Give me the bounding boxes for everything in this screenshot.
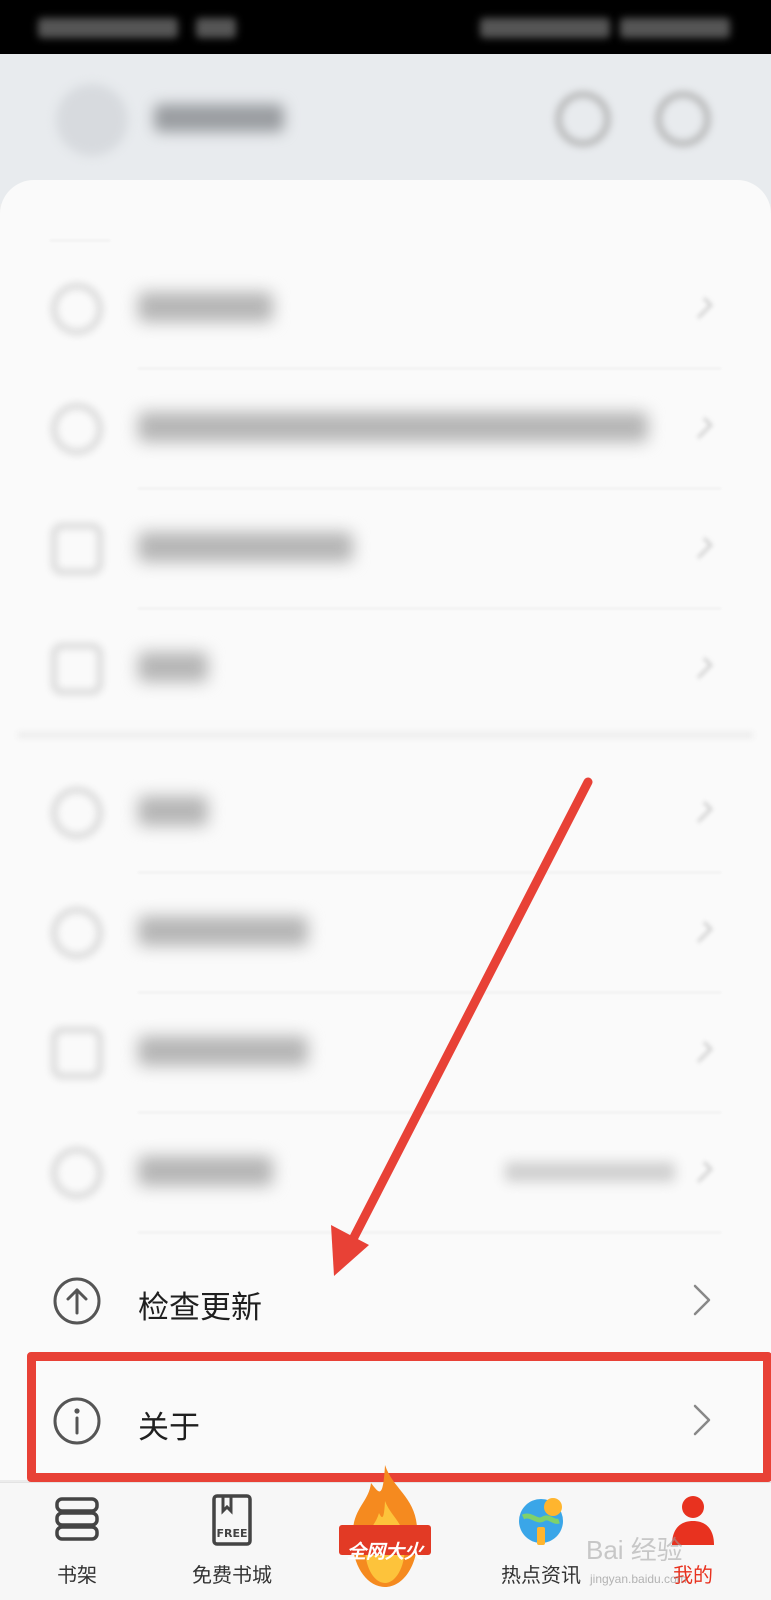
free-book-icon: FREE	[212, 1494, 252, 1546]
help-icon	[52, 908, 102, 958]
menu-item-label	[138, 796, 208, 826]
group-divider	[18, 732, 753, 738]
feedback-icon	[52, 1028, 102, 1078]
arrow-up-circle-icon	[53, 1277, 101, 1325]
menu-item-label	[138, 916, 308, 946]
check-update-label: 检查更新	[138, 1290, 262, 1326]
menu-item-label	[138, 652, 208, 682]
chevron-right-icon	[691, 657, 713, 679]
signal-icon	[480, 18, 610, 38]
chevron-right-icon	[693, 1284, 711, 1316]
promo-icon	[52, 404, 102, 454]
menu-item-clear-cache[interactable]	[0, 1112, 771, 1232]
username[interactable]	[154, 104, 284, 132]
menu-item-label	[138, 1156, 273, 1186]
menu-item-promo[interactable]	[0, 368, 771, 488]
chevron-right-icon	[691, 1161, 713, 1183]
menu-item-help[interactable]	[0, 872, 771, 992]
menu-item-gift[interactable]	[0, 608, 771, 728]
carrier-info	[38, 18, 178, 38]
globe-news-icon	[519, 1498, 563, 1545]
divider	[50, 240, 110, 241]
fire-icon	[339, 1465, 431, 1587]
chevron-right-icon	[691, 1041, 713, 1063]
bookshelf-icon	[55, 1497, 99, 1541]
cache-size-value	[505, 1162, 675, 1182]
tab-bookshelf[interactable]: 书架	[12, 1483, 142, 1600]
menu-item-label	[138, 1036, 308, 1066]
chevron-right-icon	[691, 417, 713, 439]
menu-item-feedback[interactable]	[0, 992, 771, 1112]
menu-item-label	[138, 412, 648, 442]
menu-item-label	[138, 532, 353, 562]
search-icon[interactable]	[556, 92, 610, 146]
divider	[138, 1232, 721, 1233]
tab-free-store[interactable]: FREE 免费书城	[167, 1483, 297, 1600]
battery-icon	[620, 18, 730, 38]
tab-hot-promo[interactable]: 全网大火	[320, 1465, 450, 1600]
free-badge: FREE	[216, 1527, 247, 1540]
avatar[interactable]	[56, 84, 128, 156]
records-icon	[52, 524, 102, 574]
network-icon	[196, 18, 236, 38]
tab-label: 全网大火	[346, 1541, 423, 1563]
menu-item-records[interactable]	[0, 488, 771, 608]
cache-icon	[52, 1148, 102, 1198]
message-icon[interactable]	[656, 92, 710, 146]
menu-item-label	[138, 292, 273, 322]
baidu-watermark: Bai 经验	[586, 1535, 683, 1565]
chevron-right-icon	[691, 801, 713, 823]
menu-item-settings[interactable]	[0, 752, 771, 872]
menu-item-check-update[interactable]: 检查更新	[0, 1240, 771, 1360]
chevron-right-icon	[691, 921, 713, 943]
baidu-watermark-url: jingyan.baidu.com	[590, 1572, 687, 1586]
menu-item-downloads[interactable]	[0, 248, 771, 368]
chevron-right-icon	[691, 537, 713, 559]
tab-label: 免费书城	[192, 1563, 272, 1587]
settings-icon	[52, 788, 102, 838]
chevron-right-icon	[691, 297, 713, 319]
status-bar	[0, 0, 771, 54]
tab-label: 书架	[57, 1563, 97, 1587]
download-icon	[52, 284, 102, 334]
gift-icon	[52, 644, 102, 694]
